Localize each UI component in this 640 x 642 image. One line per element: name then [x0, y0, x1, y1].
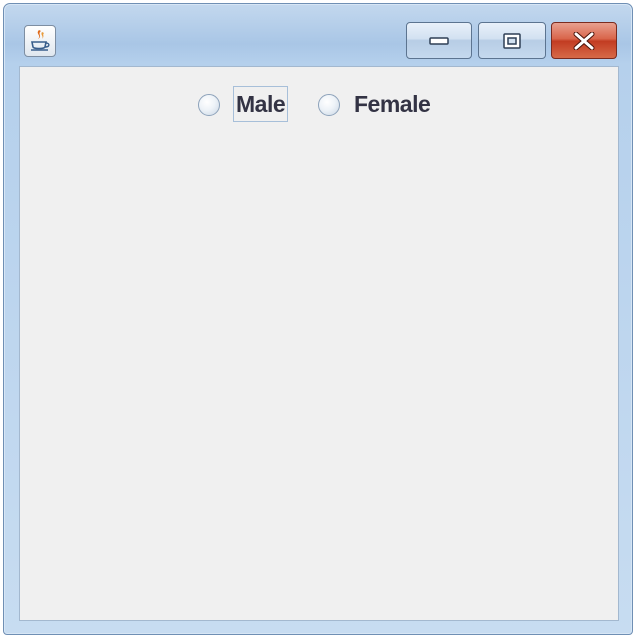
radio-button-icon[interactable] — [198, 94, 220, 116]
maximize-button[interactable] — [478, 22, 546, 59]
close-button[interactable] — [551, 22, 617, 59]
minimize-icon — [429, 36, 449, 45]
maximize-icon — [503, 32, 521, 49]
radio-female-label[interactable]: Female — [354, 86, 431, 122]
java-cup-icon[interactable] — [24, 25, 56, 57]
title-bar[interactable] — [4, 4, 632, 66]
app-window: Male Female — [3, 3, 633, 635]
close-icon — [573, 31, 595, 50]
radio-button-icon[interactable] — [318, 94, 340, 116]
content-pane: Male Female — [19, 66, 619, 621]
radio-male-label[interactable]: Male — [233, 86, 289, 122]
minimize-button[interactable] — [406, 22, 472, 59]
